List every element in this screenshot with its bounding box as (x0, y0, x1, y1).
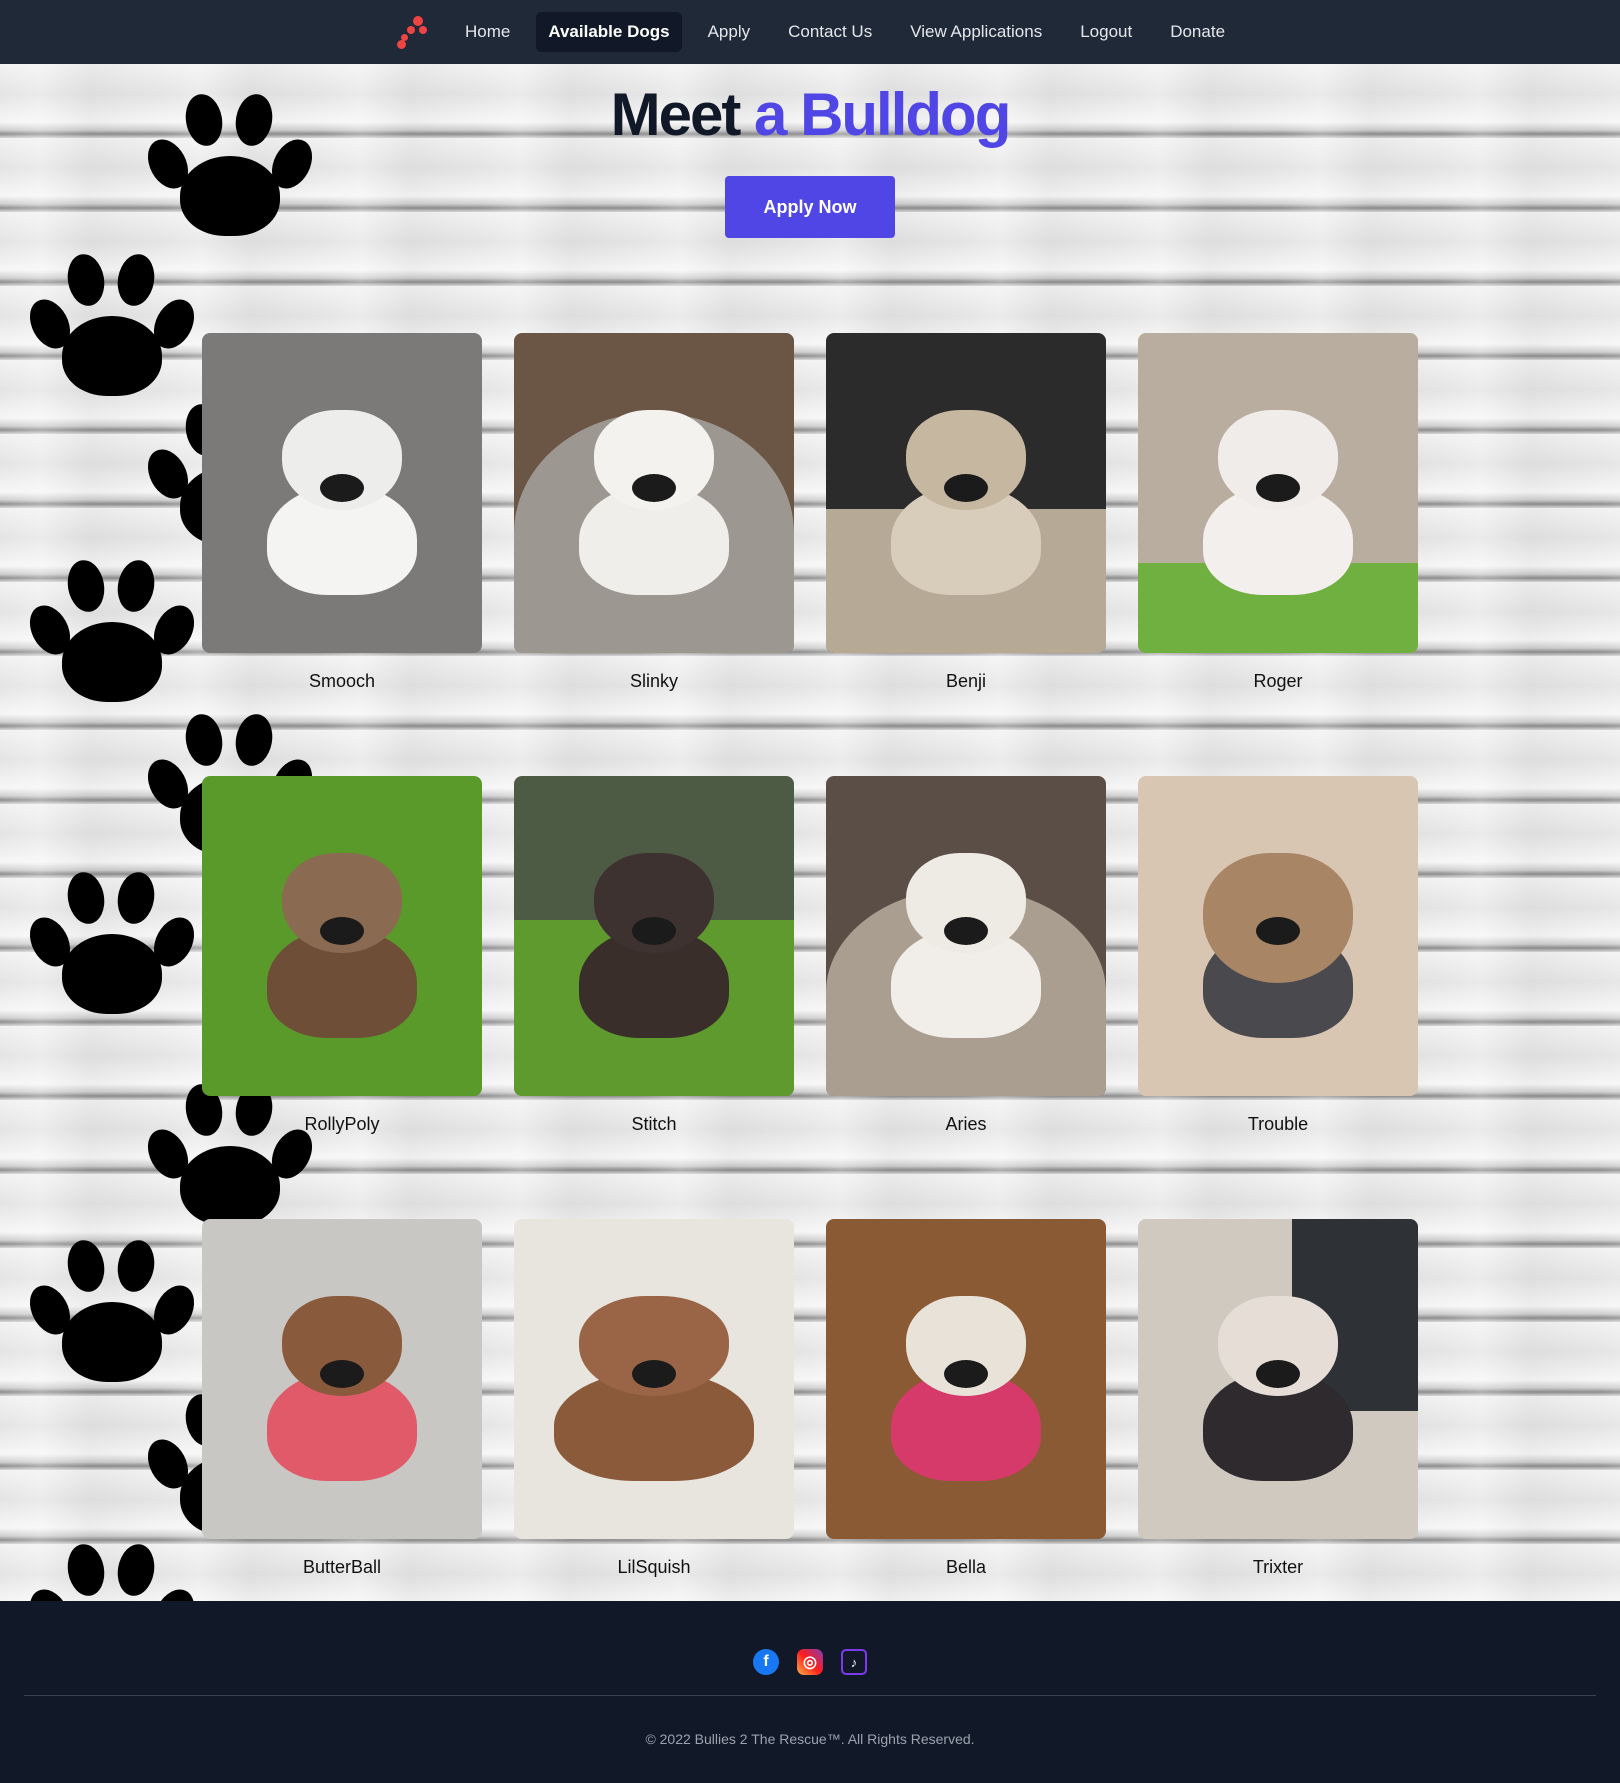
dog-name: Smooch (308, 671, 376, 691)
nav-available-dogs[interactable]: Available Dogs (536, 12, 682, 52)
dog-photo[interactable] (1138, 333, 1418, 653)
dog-card[interactable]: Slinky (514, 333, 794, 692)
footer: f ◎ ♪ © 2022 Bullies 2 The Rescue™. All … (0, 1601, 1620, 1783)
dog-name: Trouble (1247, 1114, 1309, 1134)
dog-card[interactable]: Trixter (1138, 1219, 1418, 1578)
dog-name: Aries (945, 1114, 987, 1134)
nav-apply[interactable]: Apply (696, 12, 763, 52)
dog-card[interactable]: RollyPoly (202, 776, 482, 1135)
dog-name: ButterBall (302, 1557, 382, 1577)
dog-card[interactable]: Roger (1138, 333, 1418, 692)
dog-photo[interactable] (514, 776, 794, 1096)
dog-photo[interactable] (826, 776, 1106, 1096)
footer-divider (24, 1695, 1596, 1696)
nav-donate[interactable]: Donate (1158, 12, 1237, 52)
tiktok-icon[interactable]: ♪ (841, 1649, 867, 1675)
dog-name: Roger (1253, 671, 1303, 691)
top-navbar: Home Available Dogs Apply Contact Us Vie… (0, 0, 1620, 64)
paw-print-icon (21, 1237, 203, 1390)
dog-name: Slinky (629, 671, 678, 691)
dog-card[interactable]: LilSquish (514, 1219, 794, 1578)
paw-logo-icon[interactable] (393, 12, 429, 52)
dog-card[interactable]: Bella (826, 1219, 1106, 1578)
paw-print-icon (21, 869, 203, 1022)
dog-card[interactable]: Smooch (202, 333, 482, 692)
dog-photo[interactable] (826, 1219, 1106, 1539)
dog-card[interactable]: ButterBall (202, 1219, 482, 1578)
social-links: f ◎ ♪ (0, 1649, 1620, 1675)
dog-card[interactable]: Trouble (1138, 776, 1418, 1135)
dog-name: Trixter (1252, 1557, 1304, 1577)
paw-print-icon (21, 251, 203, 404)
dog-name: RollyPoly (304, 1114, 380, 1134)
nav-contact-us[interactable]: Contact Us (776, 12, 884, 52)
dog-name: Benji (945, 671, 987, 691)
paw-print-icon (21, 1541, 203, 1601)
nav-view-applications[interactable]: View Applications (898, 12, 1054, 52)
dog-card[interactable]: Aries (826, 776, 1106, 1135)
dog-photo[interactable] (1138, 776, 1418, 1096)
dog-photo[interactable] (202, 333, 482, 653)
dog-name: LilSquish (617, 1557, 691, 1577)
dog-card[interactable]: Stitch (514, 776, 794, 1135)
page-title: Meet a Bulldog (0, 80, 1620, 149)
nav-home[interactable]: Home (453, 12, 522, 52)
paw-print-icon (21, 557, 203, 710)
apply-now-button[interactable]: Apply Now (725, 176, 895, 238)
title-accent: a Bulldog (754, 81, 1011, 148)
dog-name: Stitch (631, 1114, 677, 1134)
dog-photo[interactable] (202, 776, 482, 1096)
dog-gallery: Smooch Slinky Benji Roger RollyPoly Stit… (202, 333, 1418, 1578)
nav-links: Home Available Dogs Apply Contact Us Vie… (393, 12, 1237, 52)
nav-logout[interactable]: Logout (1068, 12, 1144, 52)
dog-photo[interactable] (514, 1219, 794, 1539)
copyright-text: © 2022 Bullies 2 The Rescue™. All Rights… (645, 1731, 975, 1747)
instagram-icon[interactable]: ◎ (797, 1649, 823, 1675)
dog-card[interactable]: Benji (826, 333, 1106, 692)
dog-photo[interactable] (1138, 1219, 1418, 1539)
dog-photo[interactable] (514, 333, 794, 653)
facebook-icon[interactable]: f (753, 1649, 779, 1675)
dog-photo[interactable] (826, 333, 1106, 653)
title-main: Meet (610, 81, 742, 148)
dog-name: Bella (945, 1557, 987, 1577)
dog-photo[interactable] (202, 1219, 482, 1539)
